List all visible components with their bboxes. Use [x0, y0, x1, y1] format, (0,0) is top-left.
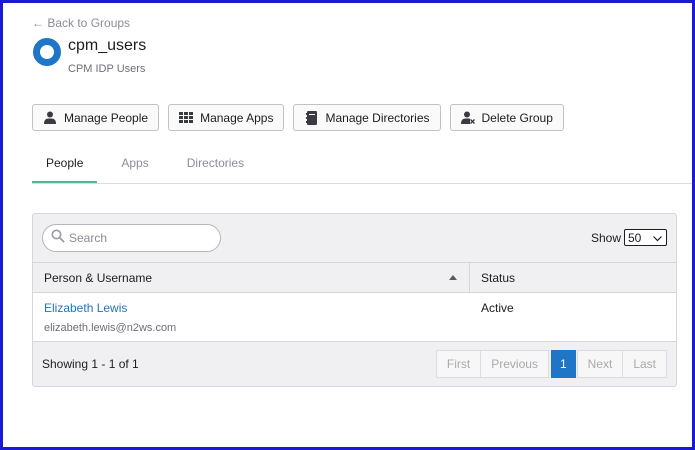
tab-directories[interactable]: Directories: [173, 146, 258, 184]
column-header-person[interactable]: Person & Username: [33, 263, 470, 292]
manage-apps-button[interactable]: Manage Apps: [168, 104, 285, 131]
group-icon: [33, 38, 61, 66]
remove-person-icon: [460, 111, 475, 125]
table-header: Person & Username Status: [33, 262, 676, 293]
column-header-status-label: Status: [481, 270, 516, 285]
manage-directories-button[interactable]: Manage Directories: [293, 104, 441, 131]
column-header-status[interactable]: Status: [470, 263, 515, 292]
sort-ascending-icon[interactable]: [449, 275, 457, 280]
last-page-button[interactable]: Last: [622, 350, 667, 378]
page-size-select[interactable]: 50: [624, 229, 667, 246]
manage-apps-label: Manage Apps: [200, 110, 274, 125]
show-label: Show: [590, 230, 621, 245]
group-title: cpm_users: [68, 37, 147, 54]
people-table-panel: Show 50 Person & Username Status Elizabe…: [32, 213, 677, 387]
directory-icon: [304, 110, 318, 125]
person-cell: Elizabeth Lewis elizabeth.lewis@n2ws.com: [33, 293, 470, 341]
next-page-button[interactable]: Next: [576, 350, 624, 378]
person-username: elizabeth.lewis@n2ws.com: [44, 322, 177, 334]
tab-bar: People Apps Directories: [32, 146, 258, 184]
current-page-button[interactable]: 1: [550, 350, 576, 378]
status-cell: Active: [481, 301, 514, 315]
delete-group-label: Delete Group: [481, 110, 553, 125]
back-to-groups-link[interactable]: ← Back to Groups: [32, 16, 130, 30]
manage-people-button[interactable]: Manage People: [32, 104, 160, 131]
search-box: [42, 224, 221, 252]
column-header-person-label: Person & Username: [44, 270, 153, 285]
table-row: Elizabeth Lewis elizabeth.lewis@n2ws.com…: [33, 293, 676, 342]
manage-directories-label: Manage Directories: [325, 110, 430, 125]
page-size-control: Show 50: [591, 229, 667, 246]
search-icon: [51, 229, 65, 248]
grid-icon: [179, 111, 194, 125]
action-buttons: Manage People Manage Apps Manage Directo…: [32, 104, 564, 131]
manage-people-label: Manage People: [64, 110, 149, 125]
first-page-button[interactable]: First: [435, 350, 482, 378]
tab-people[interactable]: People: [32, 146, 98, 184]
previous-page-button[interactable]: Previous: [480, 350, 549, 378]
results-count: Showing 1 - 1 of 1: [42, 357, 139, 371]
page-size-value: 50: [628, 230, 642, 245]
pagination: First Previous 1 Next Last: [435, 350, 667, 378]
delete-group-button[interactable]: Delete Group: [449, 104, 564, 131]
group-description: CPM IDP Users: [68, 63, 146, 75]
tab-divider: [32, 183, 695, 184]
chevron-down-icon: [653, 231, 662, 245]
tab-apps[interactable]: Apps: [107, 146, 162, 184]
search-input[interactable]: [69, 231, 209, 245]
person-name-link[interactable]: Elizabeth Lewis: [44, 301, 459, 315]
person-icon: [43, 111, 57, 125]
